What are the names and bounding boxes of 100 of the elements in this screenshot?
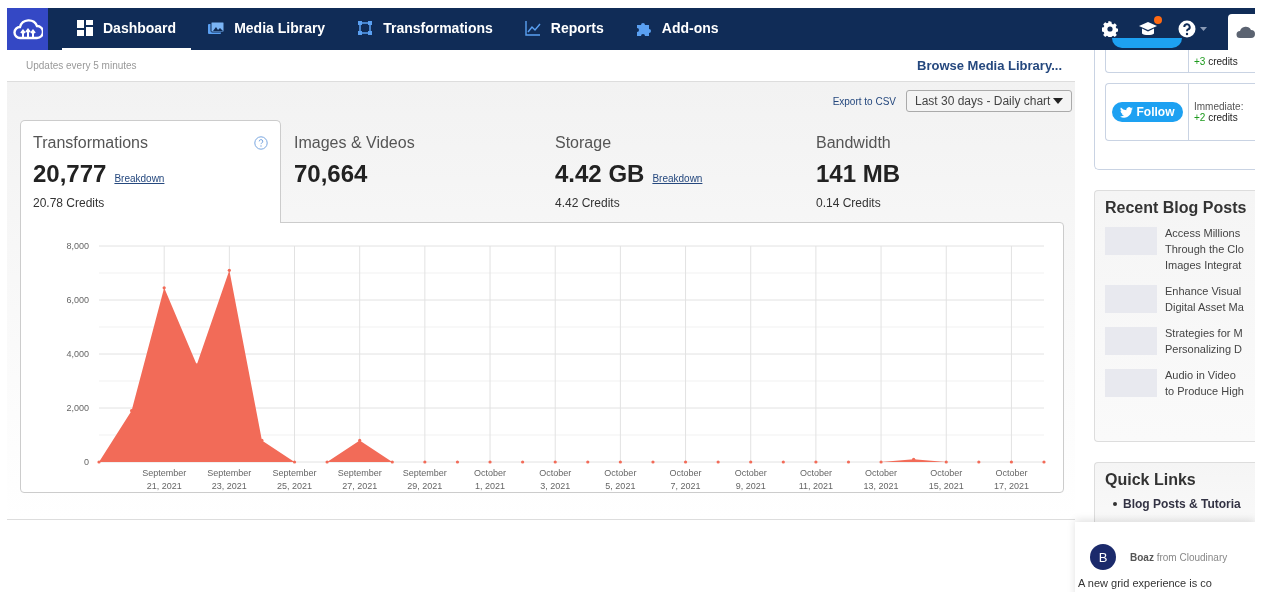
blog-post-link[interactable]: Enhance Visual Digital Asset Ma [1165, 283, 1244, 315]
chat-popup[interactable]: B Boaz from Cloudinary A new grid experience is co [1075, 522, 1255, 592]
tab-title: Storage [555, 134, 612, 152]
y-axis-label: 0 [84, 457, 89, 467]
x-axis-label: September 27, 2021 [337, 468, 382, 491]
blog-post-link[interactable]: Access Millions Through the Clo Images Integrat [1165, 225, 1244, 273]
x-axis-label: October 5, 2021 [604, 468, 637, 491]
card-title: Recent Blog Posts [1105, 199, 1248, 217]
data-point [227, 268, 231, 272]
quick-link[interactable]: Blog Posts & Tutoria [1123, 497, 1241, 511]
immediate-label: Immediate: [1194, 101, 1244, 112]
tab-title: Transformations [33, 134, 148, 152]
metric-value: 4.42 GB [555, 160, 645, 188]
metric-tab[interactable]: Bandwidth 141 MB 0.14 Credits [803, 120, 1064, 222]
nav-tab[interactable]: Reports [509, 8, 619, 50]
help-icon[interactable] [1178, 20, 1208, 38]
data-point [423, 460, 427, 464]
chat-sender: Boaz from Cloudinary [1130, 551, 1228, 563]
x-axis-label: October 17, 2021 [993, 468, 1029, 491]
metric-tab[interactable]: Storage 4.42 GB Breakdown 4.42 Credits [542, 120, 803, 222]
data-point [683, 460, 688, 464]
y-axis-label: 4,000 [66, 349, 89, 359]
export-to-csv-link[interactable]: Export to CSV [832, 95, 896, 107]
data-point [716, 460, 720, 464]
nav-tab[interactable]: Dashboard [62, 8, 192, 50]
settings-icon[interactable] [1102, 21, 1118, 37]
data-point [325, 460, 329, 464]
data-point [521, 460, 525, 464]
data-point [358, 438, 362, 442]
credits-text: 20.78 Credits [33, 196, 106, 210]
crop-frame-icon [357, 20, 374, 36]
data-point [618, 460, 622, 464]
x-axis-label: October 15, 2021 [928, 468, 964, 491]
button-edge[interactable] [1112, 38, 1182, 48]
data-point [586, 460, 590, 464]
x-axis-label: October 11, 2021 [798, 468, 834, 491]
x-axis-label: October 9, 2021 [734, 468, 767, 491]
metric-value: 141 MB [816, 160, 901, 188]
breakdown-link[interactable]: Breakdown [114, 173, 165, 184]
metric-tab[interactable]: Images & Videos 70,664 [281, 120, 542, 222]
blog-post-link[interactable]: Strategies for M Personalizing D [1165, 325, 1243, 357]
y-axis-label: 8,000 [66, 241, 89, 251]
images-icon [208, 20, 225, 36]
data-point [912, 457, 916, 461]
card-title: Quick Links [1105, 471, 1197, 489]
x-axis-label: September 25, 2021 [272, 468, 317, 491]
chat-message: A new grid experience is co [1078, 577, 1213, 589]
credits-text: 4.42 Credits [555, 196, 621, 210]
tab-title: Images & Videos [294, 134, 415, 152]
metric-value: 20,777 [33, 160, 107, 188]
y-axis-label: 6,000 [66, 295, 89, 305]
data-point [977, 460, 981, 464]
cloud-icon [1235, 25, 1255, 39]
data-point [97, 460, 101, 464]
credits-text: +2 credits [1194, 112, 1239, 123]
x-axis-label: September 21, 2021 [142, 468, 187, 491]
data-point [1042, 460, 1046, 464]
data-point [814, 460, 818, 464]
puzzle-piece-icon [635, 20, 652, 36]
metric-value: 70,664 [294, 160, 368, 188]
cloud-logo-icon[interactable] [7, 8, 48, 50]
data-point [390, 460, 394, 464]
x-axis-label: October 7, 2021 [669, 468, 702, 491]
data-point [260, 438, 264, 442]
browse-media-library-link[interactable]: Browse Media Library... [917, 58, 1062, 73]
data-point [781, 460, 785, 464]
data-point [879, 460, 883, 464]
line-chart-icon [524, 20, 541, 36]
nav-tab[interactable]: Add-ons [620, 8, 734, 50]
data-point [944, 460, 948, 464]
x-axis-label: September 29, 2021 [402, 468, 447, 491]
update-frequency-note: Updates every 5 minutes [26, 60, 137, 71]
tab-title: Bandwidth [816, 134, 891, 152]
bullet-icon [1113, 502, 1117, 506]
x-axis-label: October 1, 2021 [474, 468, 507, 491]
x-axis-label: October 13, 2021 [863, 468, 899, 491]
nav-tab[interactable]: Media Library [193, 8, 341, 50]
period-dropdown[interactable]: Last 30 days - Daily chart [906, 90, 1072, 112]
credits-text: +3 credits [1194, 55, 1238, 67]
x-axis-label: September 23, 2021 [207, 468, 252, 491]
nav-tab[interactable]: Transformations [342, 8, 508, 50]
y-axis-label: 2,000 [66, 403, 89, 413]
data-point [162, 286, 166, 290]
dashboard-icon [77, 20, 93, 36]
x-axis-label: October 3, 2021 [539, 468, 572, 491]
data-point [553, 460, 557, 464]
data-point [130, 409, 134, 413]
blog-post-link[interactable]: Audio in Video to Produce High [1165, 367, 1244, 399]
data-point [1009, 460, 1013, 464]
data-point [292, 460, 297, 464]
breakdown-link[interactable]: Breakdown [652, 173, 703, 184]
data-point [455, 460, 460, 464]
data-point [651, 460, 655, 464]
caret-icon [1053, 98, 1063, 104]
data-point [749, 460, 753, 464]
bird-icon [1119, 106, 1133, 118]
metric-tab[interactable]: Transformations 20,777 Breakdown 20.78 Credits [20, 120, 281, 223]
avatar-initial: B [1090, 544, 1116, 570]
data-point [846, 460, 851, 464]
data-point [195, 363, 199, 367]
